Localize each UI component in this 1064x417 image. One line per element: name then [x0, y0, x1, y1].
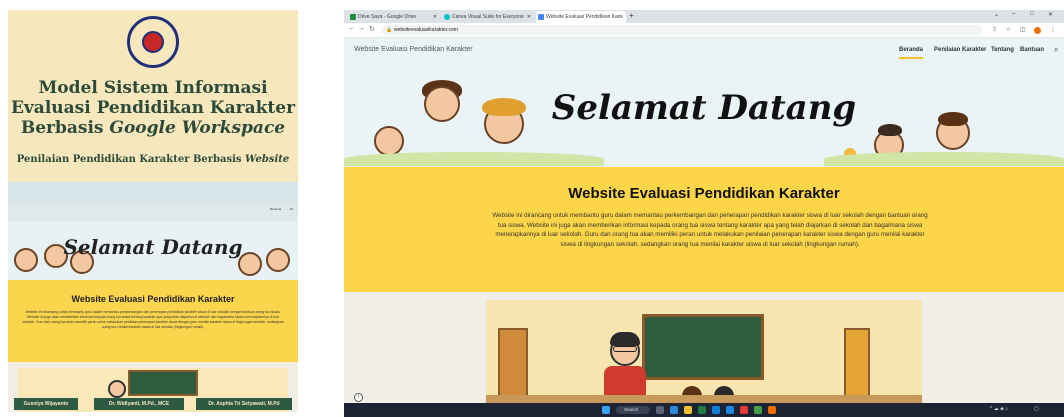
app-icon[interactable]: [768, 406, 776, 414]
site-header: Website Evaluasi Pendidikan Karakter Ber…: [344, 38, 1064, 66]
bookmark-star-icon[interactable]: ☆: [1006, 26, 1011, 33]
author-tag-2: Dr. Widiyanti, M.Pd., MCE: [94, 398, 184, 410]
intro-section: Website Evaluasi Pendidikan Karakter Web…: [344, 167, 1064, 292]
author-tag-3: Dr. Asphia Tri Setyawati, M.Pd: [196, 398, 292, 410]
maximize-button[interactable]: □: [1030, 11, 1034, 17]
lock-icon: 🔒: [386, 27, 393, 33]
tab-label: Drive Saya - Google Drive: [358, 14, 417, 20]
url-field[interactable]: 🔒 websiteevaluasikarakter.com: [382, 25, 982, 36]
floor: [486, 395, 922, 403]
poster-subtitle-prefix: Penilaian Pendidikan Karakter Berbasis: [16, 154, 246, 165]
nav-penilaian-karakter[interactable]: Penilaian Karakter: [934, 47, 986, 53]
poster: Model Sistem Informasi Evaluasi Pendidik…: [8, 10, 298, 412]
nav-tentang[interactable]: Tentang: [991, 47, 1014, 53]
kid-illustration: [374, 126, 404, 156]
intro-heading: Website Evaluasi Pendidikan Karakter: [568, 185, 840, 202]
teacher-glasses: [613, 346, 637, 352]
grass-hill: [344, 152, 604, 166]
mini-chalkboard: [128, 370, 198, 396]
back-arrow-icon[interactable]: ←: [348, 25, 355, 32]
poster-title-line2: Evaluasi Pendidikan Karakter: [10, 98, 296, 118]
mini-teacher: [108, 380, 126, 398]
mini-heading: Website Evaluasi Pendidikan Karakter: [71, 294, 235, 304]
door-right: [844, 328, 870, 398]
chrome-icon[interactable]: [740, 406, 748, 414]
google-sites-icon: [538, 14, 544, 20]
classroom-wall: [486, 300, 922, 406]
mini-browser-chrome: [8, 182, 298, 202]
file-explorer-icon[interactable]: [684, 406, 692, 414]
close-icon[interactable]: ✕: [527, 11, 531, 23]
search-icon[interactable]: ⌕: [1054, 45, 1058, 55]
author-tag-1: Gusniya Wijayanto: [14, 398, 78, 410]
poster-title-line3-prefix: Berbasis: [20, 118, 110, 138]
screenshot-composite: Model Sistem Informasi Evaluasi Pendidik…: [0, 0, 1064, 417]
intro-description: Website ini dirancang untuk membantu gur…: [492, 212, 928, 248]
poster-title-line1: Model Sistem Informasi: [38, 78, 268, 98]
poster-title: Model Sistem Informasi Evaluasi Pendidik…: [8, 78, 298, 138]
nav-beranda[interactable]: Beranda: [899, 47, 924, 59]
mini-site-nav: Beranda Pe: [8, 202, 298, 222]
edge-icon[interactable]: [698, 406, 706, 414]
minimize-button[interactable]: –: [1012, 11, 1015, 17]
url-text: websiteevaluasikarakter.com: [394, 27, 458, 33]
mini-welcome-title: Selamat Datang: [63, 235, 243, 259]
tab-website-evaluasi[interactable]: Website Evaluasi Pendidikan Kar... ✕: [536, 11, 626, 23]
profile-avatar[interactable]: [1034, 27, 1041, 34]
taskbar-search[interactable]: Search: [616, 406, 650, 414]
mail-icon[interactable]: [726, 406, 734, 414]
hero-banner: Selamat Datang: [344, 66, 1064, 166]
site-name[interactable]: Website Evaluasi Pendidikan Karakter: [354, 46, 473, 53]
teacher-hair: [610, 332, 640, 346]
mini-intro-section: Website Evaluasi Pendidikan Karakter Web…: [8, 280, 298, 362]
tab-label: Website Evaluasi Pendidikan Kar...: [546, 14, 624, 20]
poster-title-line3-italic: Google Workspace: [109, 118, 286, 138]
reload-icon[interactable]: ↻: [369, 25, 375, 33]
close-window-button[interactable]: ✕: [1048, 11, 1053, 18]
system-tray-icons[interactable]: ^ ☁ ◈ ♪: [990, 406, 1008, 412]
windows-taskbar: Search ^ ☁ ◈ ♪ ▢: [344, 403, 1064, 417]
task-view-icon[interactable]: [656, 406, 664, 414]
share-icon[interactable]: ⇪: [992, 26, 997, 33]
poster-subtitle: Penilaian Pendidikan Karakter Berbasis W…: [8, 154, 298, 165]
info-icon[interactable]: i: [354, 393, 363, 402]
website-content: Website Evaluasi Pendidikan Karakter Ber…: [344, 38, 1064, 406]
address-bar-row: ← → ↻ 🔒 websiteevaluasikarakter.com ⇪ ☆ …: [344, 23, 1064, 38]
poster-header: Model Sistem Informasi Evaluasi Pendidik…: [8, 10, 298, 182]
sidebar-icon[interactable]: ◫: [1020, 26, 1026, 33]
canva-icon: [444, 14, 450, 20]
door-left: [498, 328, 528, 398]
poster-subtitle-italic: Website: [245, 154, 290, 165]
chalkboard: [642, 314, 764, 380]
windows-start-icon[interactable]: [602, 406, 610, 414]
tab-bar: Drive Saya - Google Drive ✕ Canva Visual…: [344, 10, 1064, 23]
store-icon[interactable]: [712, 406, 720, 414]
mini-nav-item-2: Pe: [290, 207, 294, 211]
close-icon[interactable]: ✕: [619, 11, 623, 23]
more-menu-icon[interactable]: ⋮: [1050, 26, 1056, 33]
app-icon[interactable]: [754, 406, 762, 414]
tab-google-drive[interactable]: Drive Saya - Google Drive ✕: [348, 11, 440, 23]
university-seal-logo: [127, 16, 179, 68]
grass-hill: [824, 152, 1064, 166]
clock[interactable]: ▢: [1034, 406, 1039, 412]
new-tab-button[interactable]: +: [629, 11, 634, 20]
classroom-illustration: [344, 292, 1064, 406]
tab-canva[interactable]: Canva Visual Suite for Everyone ✕: [442, 11, 534, 23]
mini-nav-item-beranda: Beranda: [270, 207, 282, 211]
close-icon[interactable]: ✕: [433, 11, 437, 23]
tab-label: Canva Visual Suite for Everyone: [452, 14, 524, 20]
browser-window: Drive Saya - Google Drive ✕ Canva Visual…: [344, 10, 1064, 417]
google-drive-icon: [350, 14, 356, 20]
nav-bantuan[interactable]: Bantuan: [1020, 47, 1044, 53]
widgets-icon[interactable]: [670, 406, 678, 414]
seal-emblem: [142, 31, 164, 53]
taskbar-search-label: Search: [624, 407, 639, 412]
forward-arrow-icon[interactable]: →: [358, 25, 365, 32]
mini-description: Website ini dirancang untuk membantu gur…: [22, 310, 284, 329]
tab-search-icon[interactable]: ⌄: [994, 11, 999, 18]
poster-title-line3: Berbasis Google Workspace: [8, 118, 298, 138]
hero-title: Selamat Datang: [551, 88, 857, 128]
